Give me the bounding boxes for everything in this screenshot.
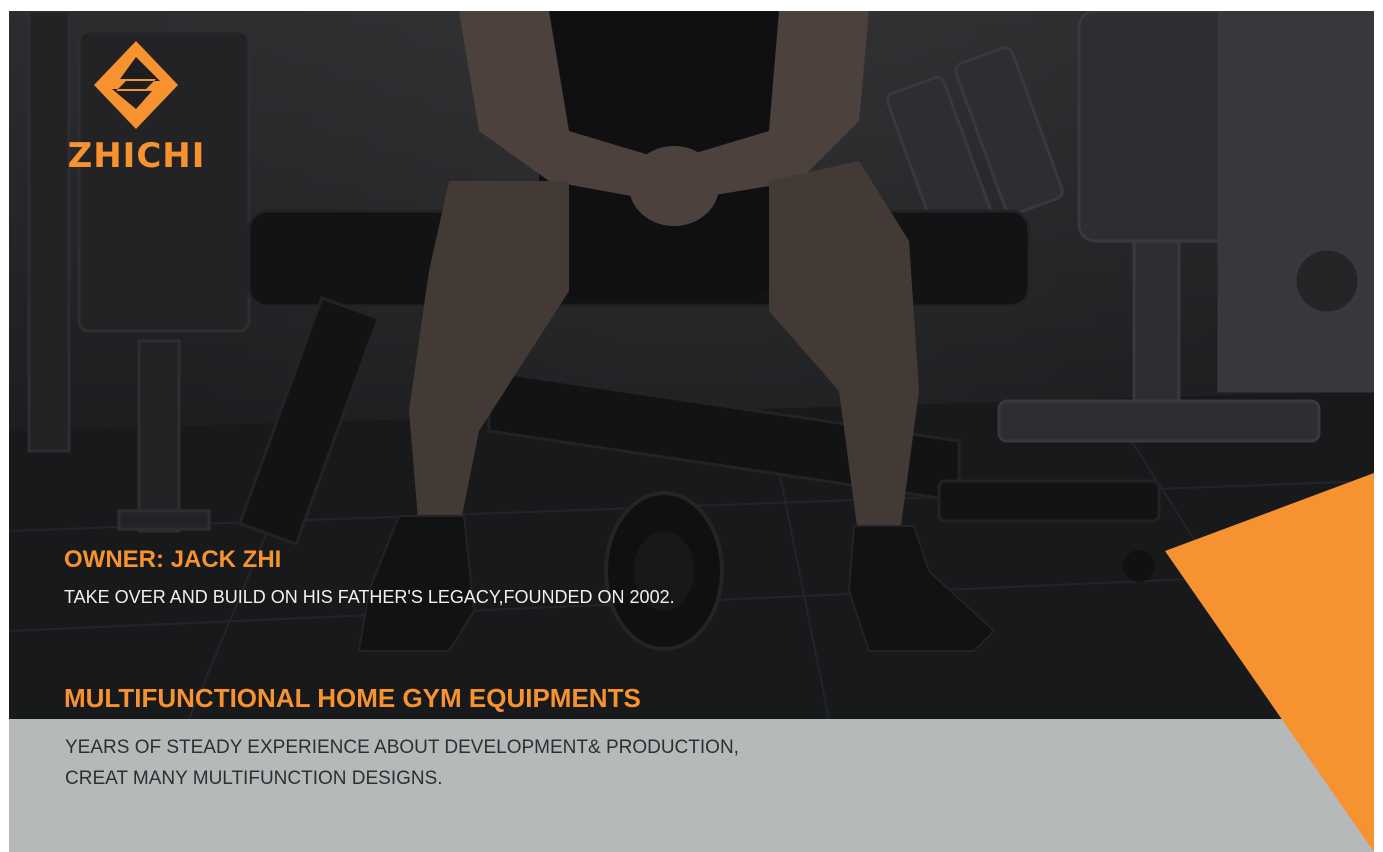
description-line: CREAT MANY MULTIFUNCTION DESIGNS. [65,768,443,789]
owner-description: TAKE OVER AND BUILD ON HIS FATHER'S LEGA… [64,587,675,607]
diamond-s-logo-icon [94,41,178,129]
owner-title: OWNER: JACK ZHI [64,546,282,573]
description: YEARS OF STEADY EXPERIENCE ABOUT DEVELOP… [65,732,739,794]
headline: MULTIFUNCTIONAL HOME GYM EQUIPMENTS [64,683,641,713]
description-line: YEARS OF STEADY EXPERIENCE ABOUT DEVELOP… [65,737,739,758]
orange-triangle-accent [1165,473,1374,852]
brand-name: ZHICHI [67,136,206,176]
brand-logo: ZHICHI [64,39,209,179]
banner: ZHICHI OWNER: JACK ZHI TAKE OVER AND BUI… [9,11,1374,852]
